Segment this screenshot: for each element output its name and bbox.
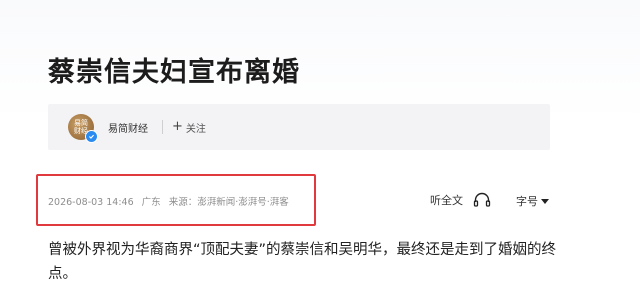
follow-button[interactable]: + 关注 <box>172 120 206 135</box>
font-size-button[interactable]: 字号 <box>516 193 549 209</box>
article-title: 蔡崇信夫妇宣布离婚 <box>48 57 300 88</box>
listen-button[interactable]: 听全文 <box>430 192 491 208</box>
article-source: 来源：澎湃新闻·澎湃号·湃客 <box>168 197 289 208</box>
verified-badge-icon <box>85 130 98 143</box>
author-bar: 易简 财经 易简财经 + 关注 <box>48 104 550 150</box>
headphones-icon <box>473 192 491 207</box>
caret-down-icon <box>541 198 549 204</box>
article-paragraph: 曾被外界视为华裔商界“顶配夫妻”的蔡崇信和吴明华，最终还是走到了婚姻的终点。 <box>48 242 557 282</box>
author-name[interactable]: 易简财经 <box>108 120 148 135</box>
listen-label: 听全文 <box>430 194 463 207</box>
author-avatar[interactable]: 易简 财经 <box>68 114 98 143</box>
publish-location: 广东 <box>141 197 161 208</box>
publish-datetime: 2026-08-03 14:46 <box>48 197 134 208</box>
author-divider <box>162 120 163 134</box>
follow-label: 关注 <box>185 123 206 135</box>
plus-icon: + <box>172 119 183 134</box>
article-meta: 2026-08-03 14:46 广东 来源：澎湃新闻·澎湃号·湃客 <box>48 194 294 208</box>
font-size-label: 字号 <box>516 195 538 208</box>
